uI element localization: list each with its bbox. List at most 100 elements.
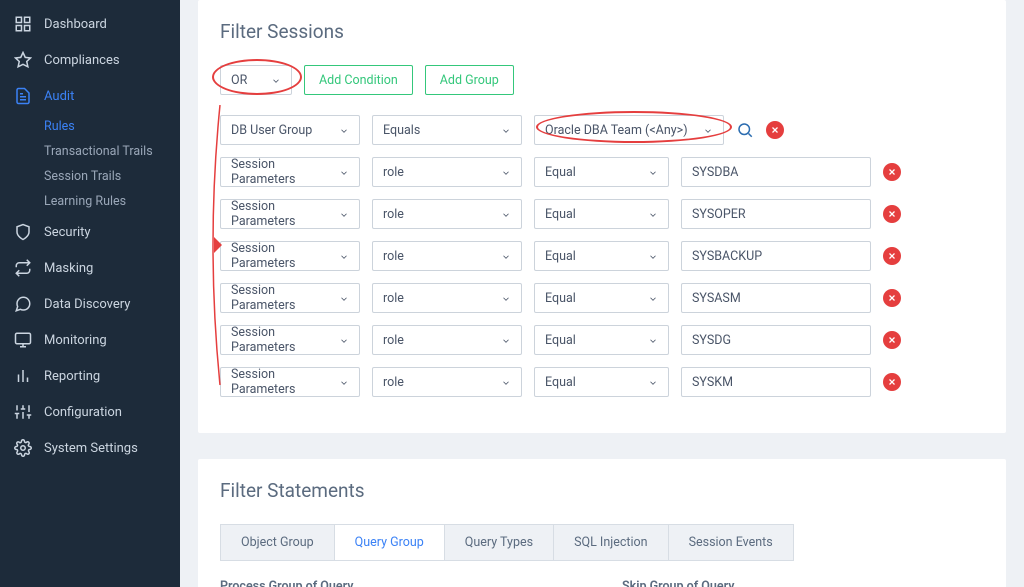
remove-condition-button[interactable]	[883, 331, 901, 349]
chevron-down-icon	[501, 209, 511, 219]
remove-condition-button[interactable]	[883, 205, 901, 223]
nav-security[interactable]: Security	[0, 214, 180, 250]
param-value: role	[383, 165, 404, 180]
field-select[interactable]: Session Parameters	[220, 367, 360, 397]
condition-row: Session Parameters role Equal SYSDG	[220, 325, 984, 355]
input-value: SYSDBA	[692, 165, 738, 180]
param-select[interactable]: role	[372, 199, 522, 229]
nav-monitoring[interactable]: Monitoring	[0, 322, 180, 358]
nav-sub-rules[interactable]: Rules	[44, 114, 180, 139]
operator-select[interactable]: Equal	[534, 199, 669, 229]
remove-condition-button[interactable]	[883, 163, 901, 181]
nav-masking[interactable]: Masking	[0, 250, 180, 286]
nav-label: Configuration	[44, 405, 122, 420]
main-content: Filter Sessions OR Add Condition Add Gro…	[180, 0, 1024, 587]
field-value: Session Parameters	[231, 241, 331, 271]
search-icon[interactable]	[736, 121, 754, 139]
operator-value: Equals	[383, 123, 420, 138]
value-input[interactable]: SYSKM	[681, 367, 871, 397]
chevron-down-icon	[648, 251, 658, 261]
nav-reporting[interactable]: Reporting	[0, 358, 180, 394]
remove-condition-button[interactable]	[883, 373, 901, 391]
field-select[interactable]: DB User Group	[220, 115, 360, 145]
tab-session-events[interactable]: Session Events	[669, 525, 793, 560]
nav-sub-learning[interactable]: Learning Rules	[44, 189, 180, 214]
nav-discovery[interactable]: Data Discovery	[0, 286, 180, 322]
param-select[interactable]: role	[372, 157, 522, 187]
operator-select[interactable]: Equal	[534, 325, 669, 355]
add-group-button[interactable]: Add Group	[425, 65, 514, 95]
nav-label: Data Discovery	[44, 297, 130, 312]
barchart-icon	[14, 367, 32, 385]
document-icon	[14, 87, 32, 105]
input-value: SYSBACKUP	[692, 249, 762, 264]
condition-row: Session Parameters role Equal SYSKM	[220, 367, 984, 397]
param-value: role	[383, 333, 404, 348]
remove-condition-button[interactable]	[883, 289, 901, 307]
tab-query-types[interactable]: Query Types	[445, 525, 554, 560]
logic-select[interactable]: OR	[220, 65, 292, 95]
nav-label: Reporting	[44, 369, 100, 384]
value-select[interactable]: Oracle DBA Team (<Any>)	[534, 115, 724, 145]
chevron-down-icon	[339, 209, 349, 219]
remove-condition-button[interactable]	[766, 121, 784, 139]
nav-configuration[interactable]: Configuration	[0, 394, 180, 430]
nav-label: Monitoring	[44, 333, 107, 348]
operator-value: Equal	[545, 249, 576, 264]
chevron-down-icon	[501, 251, 511, 261]
chevron-down-icon	[339, 377, 349, 387]
chevron-down-icon	[501, 125, 511, 135]
operator-select[interactable]: Equal	[534, 367, 669, 397]
nav-sub-session-trails[interactable]: Session Trails	[44, 164, 180, 189]
nav-label: Masking	[44, 261, 93, 276]
value-input[interactable]: SYSDG	[681, 325, 871, 355]
nav-audit[interactable]: Audit	[0, 78, 180, 114]
param-value: role	[383, 291, 404, 306]
value-input[interactable]: SYSBACKUP	[681, 241, 871, 271]
star-icon	[14, 51, 32, 69]
field-value: Session Parameters	[231, 199, 331, 229]
field-value: Session Parameters	[231, 367, 331, 397]
operator-select[interactable]: Equals	[372, 115, 522, 145]
chevron-down-icon	[648, 209, 658, 219]
tab-query-group[interactable]: Query Group	[335, 525, 445, 560]
chevron-down-icon	[648, 335, 658, 345]
input-value: SYSDG	[692, 333, 731, 348]
gear-icon	[14, 439, 32, 457]
value-input[interactable]: SYSOPER	[681, 199, 871, 229]
sliders-icon	[14, 403, 32, 421]
nav-sub-transactional[interactable]: Transactional Trails	[44, 139, 180, 164]
param-select[interactable]: role	[372, 241, 522, 271]
chevron-down-icon	[271, 75, 281, 85]
chevron-down-icon	[501, 167, 511, 177]
operator-select[interactable]: Equal	[534, 157, 669, 187]
nav-compliances[interactable]: Compliances	[0, 42, 180, 78]
field-select[interactable]: Session Parameters	[220, 241, 360, 271]
param-select[interactable]: role	[372, 325, 522, 355]
param-select[interactable]: role	[372, 367, 522, 397]
nav-label: Audit	[44, 89, 74, 104]
field-select[interactable]: Session Parameters	[220, 157, 360, 187]
operator-select[interactable]: Equal	[534, 283, 669, 313]
value-input[interactable]: SYSDBA	[681, 157, 871, 187]
nav-system-settings[interactable]: System Settings	[0, 430, 180, 466]
field-select[interactable]: Session Parameters	[220, 325, 360, 355]
select-value: Oracle DBA Team (<Any>)	[545, 123, 688, 138]
field-select[interactable]: Session Parameters	[220, 199, 360, 229]
nav-label: Security	[44, 225, 91, 240]
nav-dashboard[interactable]: Dashboard	[0, 6, 180, 42]
remove-condition-button[interactable]	[883, 247, 901, 265]
swap-icon	[14, 259, 32, 277]
operator-select[interactable]: Equal	[534, 241, 669, 271]
tab-sql-injection[interactable]: SQL Injection	[554, 525, 668, 560]
add-condition-button[interactable]: Add Condition	[304, 65, 413, 95]
nav-audit-sub: Rules Transactional Trails Session Trail…	[0, 114, 180, 214]
chevron-down-icon	[501, 293, 511, 303]
value-input[interactable]: SYSASM	[681, 283, 871, 313]
field-select[interactable]: Session Parameters	[220, 283, 360, 313]
param-select[interactable]: role	[372, 283, 522, 313]
tab-object-group[interactable]: Object Group	[221, 525, 335, 560]
field-value: DB User Group	[231, 123, 312, 138]
tabs: Object Group Query Group Query Types SQL…	[220, 524, 794, 561]
field-value: Session Parameters	[231, 283, 331, 313]
